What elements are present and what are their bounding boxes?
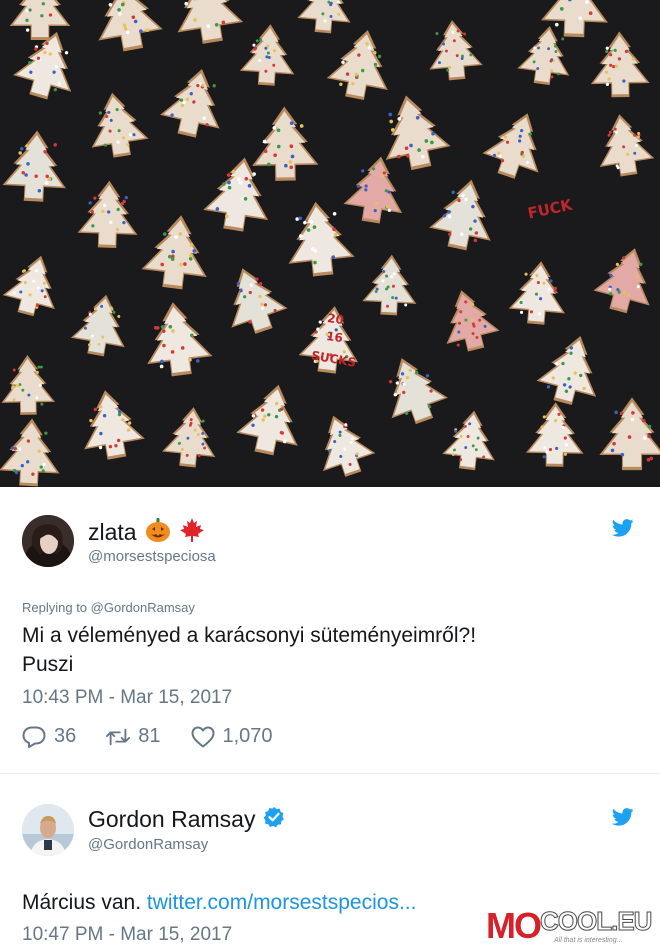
replying-to[interactable]: Replying to @GordonRamsay [22,600,195,615]
tweet-link[interactable]: twitter.com/morsestspecios... [147,891,417,914]
avatar[interactable] [22,515,74,567]
cookie [9,0,71,40]
cookie [239,24,295,86]
tweet-text-line2: Puszi [22,653,74,676]
retweet-icon [106,728,131,745]
cookie [91,92,149,158]
tweet-zlata[interactable]: zlata @morsestspeciosa Replying to @Gord… [0,487,660,774]
watermark-mo: MO [486,905,542,946]
heart-icon [191,726,214,747]
user-name-row: Gordon Ramsay [88,806,285,833]
cookie [77,180,138,248]
cookie [326,30,388,101]
tweet-text: Mi a véleményed a karácsonyi süteményeim… [22,621,622,679]
cookie [0,418,60,487]
cookie [252,106,319,181]
cookie [482,113,539,179]
cookie [429,20,483,81]
cookie [590,31,650,98]
watermark-cool: COOL.EU [539,906,652,936]
cookie [2,130,66,202]
retweet-button[interactable]: 81 [106,725,161,748]
watermark-tagline: All that is interesting... [554,937,623,944]
cookie [446,290,500,352]
tweet-text-line1: Mi a véleményed a karácsonyi süteményeim… [22,624,477,647]
tweet-timestamp[interactable]: 10:43 PM - Mar 15, 2017 [22,687,232,709]
verified-badge-icon [263,806,285,833]
cookie [442,410,495,471]
cookie [147,302,213,377]
mocool-watermark: MO COOL.EU All that is interesting... [486,905,653,946]
cookie [508,261,566,325]
cookie [593,248,650,314]
cookie [362,254,417,316]
like-count: 1,070 [222,725,273,747]
cookie [429,179,491,251]
cookie [70,294,125,357]
user-name-row: zlata [88,517,205,548]
cookie [162,407,216,468]
cookie-writing: 20 [326,311,344,327]
cookie [98,0,163,52]
twitter-bird-icon[interactable] [612,519,634,537]
cookie [536,336,597,405]
cookies-photo: FUCK 20 16 SUCKS [0,0,660,487]
retweet-count: 81 [138,725,161,747]
cookie-writing: 16 [325,329,343,345]
cookie [525,402,584,467]
like-button[interactable]: 1,070 [191,725,273,748]
reply-button[interactable]: 36 [22,725,76,748]
cookie [84,390,145,460]
cookie [141,215,207,290]
display-name[interactable]: Gordon Ramsay [88,806,255,833]
display-name[interactable]: zlata [88,519,137,546]
cookie [288,201,355,277]
avatar[interactable] [22,804,74,856]
reply-count: 36 [54,725,77,747]
reply-icon [22,726,46,748]
cookie [160,69,220,138]
cookie [599,397,660,471]
user-handle[interactable]: @morsestspeciosa [88,548,216,565]
cookie [1,354,56,415]
tweet-text-body: Március van. [22,891,147,914]
cookie-writing: FUCK [526,195,575,222]
cookie [231,268,288,334]
cookie [343,156,403,224]
tweet-timestamp[interactable]: 10:47 PM - Mar 15, 2017 [22,924,232,946]
cookie [236,384,298,456]
cookies-image: FUCK2016SUCKS [0,0,660,487]
cookie [599,114,655,177]
cookie [297,0,351,34]
user-handle[interactable]: @GordonRamsay [88,836,208,853]
cookie [385,95,451,171]
cookie [2,255,55,317]
cookie [323,415,376,477]
cookie [177,0,244,44]
cookie [388,358,448,425]
tweet-actions: 36 81 1,070 [22,725,303,748]
maple-leaf-icon [179,517,205,548]
jack-o-lantern-icon [145,517,171,548]
twitter-bird-icon[interactable] [612,808,634,826]
tweet-gordon-ramsay[interactable]: Gordon Ramsay @GordonRamsay Március van.… [0,776,660,950]
